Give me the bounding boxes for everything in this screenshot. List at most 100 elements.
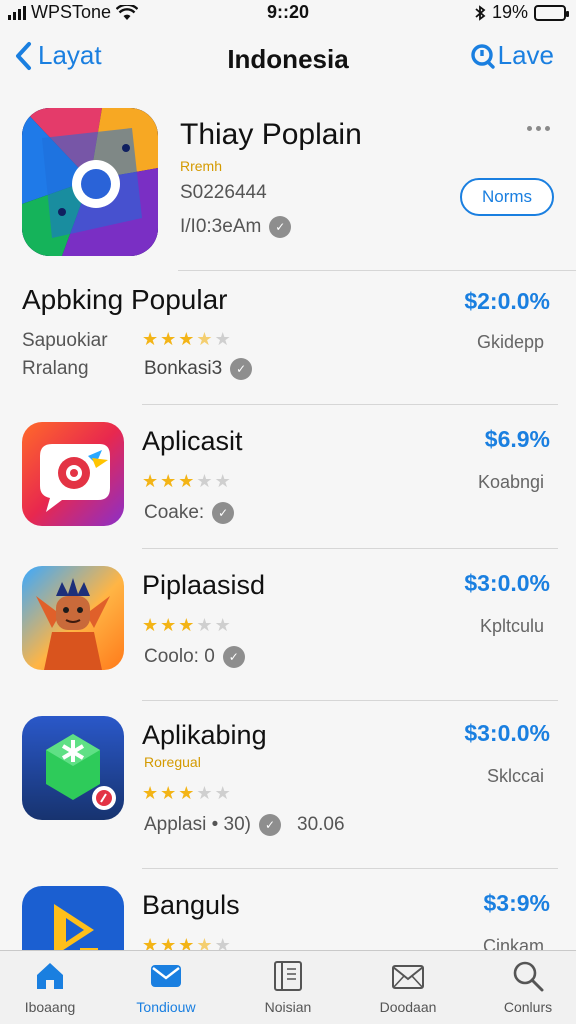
app-icon <box>22 566 124 670</box>
tab-mail[interactable]: Tondiouw <box>116 959 216 1015</box>
more-options-icon[interactable] <box>527 126 550 131</box>
search-icon <box>513 961 544 992</box>
nav-bar: Layat Indonesia Lave <box>0 34 576 84</box>
star-icon: ★ <box>214 329 231 349</box>
app-meta: Coake: ✓ <box>144 502 235 524</box>
star-icon: ★ <box>214 615 231 635</box>
star-icon: ★ <box>178 935 195 950</box>
section-meta-text: Bonkasi3 <box>144 358 223 379</box>
star-icon: ★ <box>160 615 177 635</box>
app-subtitle: Roregual <box>144 754 201 770</box>
search-circle-icon <box>470 43 495 69</box>
star-icon: ★ <box>160 471 177 491</box>
envelope-icon <box>392 965 424 989</box>
tab-search[interactable]: Conlurs <box>478 959 576 1015</box>
app-rating-stars: ★ ★ ★ ★ ★ <box>142 784 231 802</box>
app-meta-text: Coake: <box>144 502 205 523</box>
star-icon: ★ <box>178 615 195 635</box>
info-badge-icon: ✓ <box>230 358 253 380</box>
star-icon: ★ <box>142 329 159 349</box>
list-item[interactable]: Banguls $3:9% ★ ★ ★ ★ ★ Cinkam <box>22 886 554 950</box>
star-icon: ★ <box>214 935 231 950</box>
app-price: $3:0.0% <box>464 570 550 596</box>
app-meta-text: Coolo: 0 <box>144 646 215 667</box>
app-price: $3:0.0% <box>464 720 550 746</box>
star-icon: ★ <box>160 935 177 950</box>
nav-right-button[interactable]: Lave <box>470 40 554 71</box>
app-price: $6.9% <box>484 426 550 452</box>
tab-home[interactable]: Iboaang <box>0 959 100 1015</box>
star-icon: ★ <box>178 471 195 491</box>
app-right-text: Koabngi <box>477 472 544 492</box>
featured-app-title: Thiay Poplain <box>180 118 362 151</box>
featured-app[interactable]: Thiay Poplain Rremh S0226444 I/I0:3eAm ✓… <box>22 108 554 258</box>
list-item[interactable]: Aplikabing $3:0.0% Roregual ★ ★ ★ ★ ★ Applas… <box>22 716 554 836</box>
app-right-text: Kpltculu <box>479 616 544 636</box>
tab-label: Conlurs <box>503 999 553 1015</box>
featured-app-icon <box>22 108 158 256</box>
list-item[interactable]: Piplaasisd $3:0.0% ★ ★ ★ ★ ★ Coolo: 0 ✓ Kplt… <box>22 566 554 678</box>
section-line2: Rralang <box>22 358 89 379</box>
star-icon: ★ <box>196 935 213 950</box>
app-right-text: Sklccai <box>486 766 544 786</box>
info-badge-icon: ✓ <box>222 646 245 668</box>
star-icon: ★ <box>214 783 231 803</box>
status-bar: WPSTone 9::20 19% <box>0 0 576 26</box>
tab-label: Iboaang <box>24 999 76 1015</box>
bluetooth-icon <box>475 4 486 21</box>
home-icon <box>37 963 63 989</box>
featured-app-time: I/I0:3eAm ✓ <box>180 216 292 238</box>
divider <box>142 700 558 701</box>
app-icon <box>22 422 124 526</box>
star-icon: ★ <box>142 615 159 635</box>
tab-notebook[interactable]: Noisian <box>238 959 338 1015</box>
featured-app-subtitle: Rremh <box>180 158 223 174</box>
app-title: Banguls <box>142 890 240 920</box>
divider <box>142 404 558 405</box>
app-meta: Applasi • 30) ✓ 30.06 <box>144 814 345 836</box>
star-icon: ★ <box>178 783 195 803</box>
tab-label: Tondiouw <box>136 999 196 1015</box>
list-item[interactable]: Aplicasit $6.9% ★ ★ ★ ★ ★ Coake: ✓ Koabngi <box>22 422 554 534</box>
star-icon: ★ <box>196 783 213 803</box>
featured-app-code: S0226444 <box>180 182 267 203</box>
divider <box>142 868 558 869</box>
mail-icon <box>151 965 181 987</box>
battery-icon <box>534 4 569 21</box>
divider <box>178 270 576 271</box>
app-title: Aplikabing <box>142 720 267 750</box>
section-title: Apbking Popular <box>22 284 228 315</box>
star-icon: ★ <box>214 471 231 491</box>
section-line1: Sapuokiar <box>22 330 108 351</box>
star-icon: ★ <box>142 935 159 950</box>
status-right: 19% <box>474 2 569 23</box>
notebook-icon <box>274 961 302 991</box>
section-rating-stars: ★ ★ ★ ★ ★ <box>142 330 231 348</box>
app-icon <box>22 886 124 950</box>
section-right-text: Gkidepp <box>476 332 544 352</box>
section-meta: Bonkasi3 ✓ <box>144 358 253 380</box>
star-icon: ★ <box>178 329 195 349</box>
star-icon: ★ <box>196 471 213 491</box>
info-badge-icon: ✓ <box>259 814 281 836</box>
app-icon <box>22 716 124 820</box>
tab-envelope[interactable]: Doodaan <box>358 959 458 1015</box>
star-icon: ★ <box>196 615 213 635</box>
star-icon: ★ <box>160 783 177 803</box>
app-right-text: Cinkam <box>482 936 544 950</box>
featured-app-time-text: I/I0:3eAm <box>180 216 262 237</box>
tab-bar: Iboaang Tondiouw Noisian Doodaan Conlurs <box>0 950 576 1024</box>
info-badge-icon: ✓ <box>269 216 292 238</box>
app-meta-extra: 30.06 <box>297 814 345 835</box>
get-button[interactable]: Norms <box>460 178 554 216</box>
section-price: $2:0.0% <box>464 288 550 314</box>
app-title: Aplicasit <box>142 426 243 456</box>
star-icon: ★ <box>160 329 177 349</box>
app-rating-stars: ★ ★ ★ ★ ★ <box>142 936 231 950</box>
app-meta-text: Applasi • 30) <box>144 814 251 835</box>
app-rating-stars: ★ ★ ★ ★ ★ <box>142 472 231 490</box>
popular-section[interactable]: Apbking Popular $2:0.0% Sapuokiar Rralan… <box>22 284 554 394</box>
star-icon: ★ <box>142 783 159 803</box>
tab-label: Doodaan <box>379 999 437 1015</box>
star-icon: ★ <box>142 471 159 491</box>
